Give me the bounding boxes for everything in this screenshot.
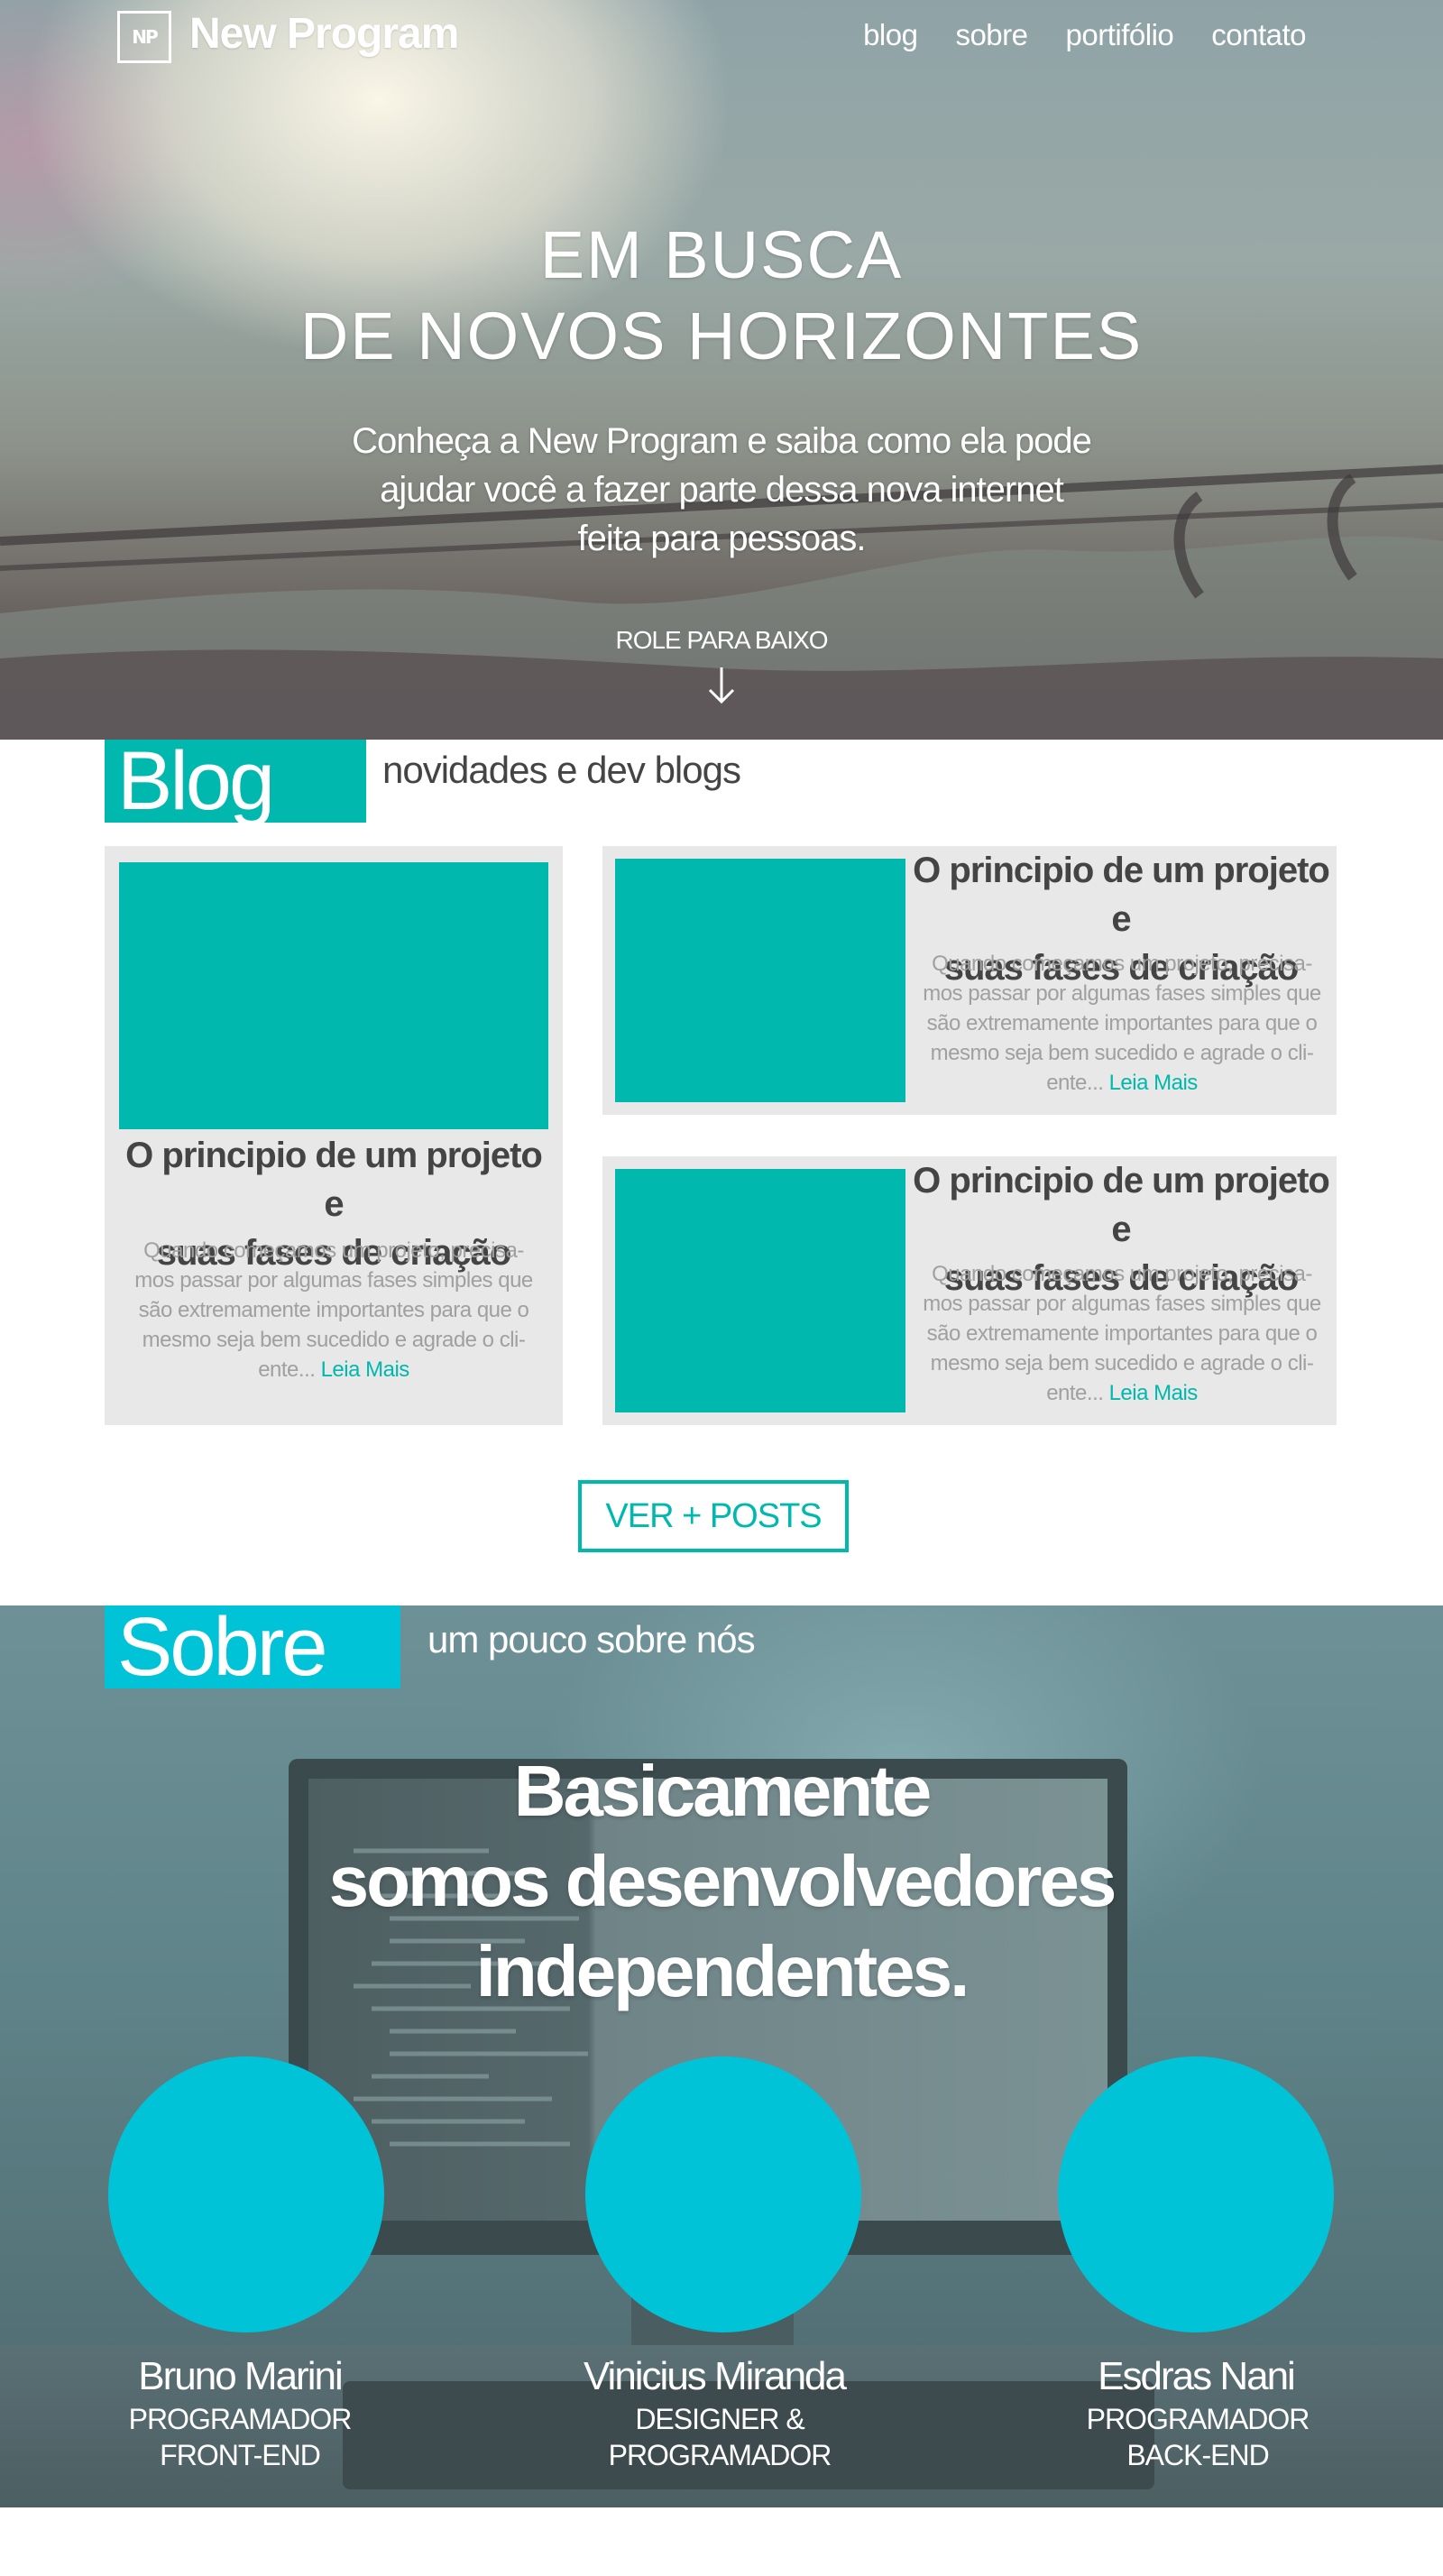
team-member-role-line: PROGRAMADOR bbox=[608, 2439, 832, 2471]
post-excerpt-line: mos passar por algumas fases simples que bbox=[923, 981, 1321, 1006]
blog-post-card[interactable]: O principio de um projeto e suas fases d… bbox=[105, 846, 563, 1425]
blog-post-card[interactable]: O principio de um projeto e suas fases d… bbox=[602, 1156, 1337, 1425]
read-more-link[interactable]: Leia Mais bbox=[1109, 1381, 1199, 1405]
nav-link-portifolio[interactable]: portifólio bbox=[1066, 18, 1174, 52]
post-excerpt-line: mesmo seja bem sucedido e agrade o cli- bbox=[930, 1351, 1314, 1375]
team-member-role-line: FRONT-END bbox=[160, 2439, 321, 2471]
team-member-role: PROGRAMADOR FRONT-END bbox=[51, 2401, 429, 2473]
logo-mark[interactable]: NP bbox=[117, 11, 171, 63]
scroll-down-label[interactable]: ROLE PARA BAIXO bbox=[0, 626, 1443, 655]
hero-title-line: EM BUSCA bbox=[539, 217, 904, 292]
post-excerpt: Quando começamos um projeto, precisa- mo… bbox=[913, 949, 1331, 1098]
post-excerpt-line: ente... bbox=[1046, 1071, 1104, 1095]
logo-text[interactable]: New Program bbox=[189, 9, 459, 59]
sobre-heading: Basicamente somos desenvolvedores indepe… bbox=[0, 1746, 1443, 2017]
sobre-heading-line: Basicamente bbox=[513, 1751, 933, 1831]
post-excerpt: Quando começamos um projeto, precisa- mo… bbox=[913, 1259, 1331, 1408]
hero-subtitle: Conheça a New Program e saiba como ela p… bbox=[325, 417, 1118, 563]
post-excerpt-line: são extremamente importantes para que o bbox=[926, 1321, 1318, 1346]
post-excerpt-line: mesmo seja bem sucedido e agrade o cli- bbox=[142, 1328, 526, 1352]
sobre-section-label: Sobre bbox=[105, 1605, 400, 1688]
post-excerpt-line: mesmo seja bem sucedido e agrade o cli- bbox=[930, 1041, 1314, 1065]
hero-subtitle-line: Conheça a New Program e saiba como ela p… bbox=[352, 421, 1092, 461]
sobre-heading-line: somos desenvolvedores bbox=[328, 1841, 1117, 1921]
read-more-link[interactable]: Leia Mais bbox=[321, 1357, 410, 1382]
hero-subtitle-line: ajudar você a fazer parte dessa nova int… bbox=[380, 470, 1064, 510]
blog-section-tagline: novidades e dev blogs bbox=[382, 749, 741, 791]
blog-post-card[interactable]: O principio de um projeto e suas fases d… bbox=[602, 846, 1337, 1115]
post-excerpt-line: Quando começamos um projeto, precisa- bbox=[143, 1238, 524, 1263]
read-more-link[interactable]: Leia Mais bbox=[1109, 1071, 1199, 1095]
post-excerpt-line: são extremamente importantes para que o bbox=[138, 1298, 529, 1322]
post-thumbnail[interactable] bbox=[615, 1169, 905, 1412]
post-title-line: O principio de um projeto e bbox=[913, 851, 1330, 939]
blog-section-label: Blog bbox=[105, 740, 366, 823]
nav-link-sobre[interactable]: sobre bbox=[955, 18, 1028, 52]
hero-subtitle-line: feita para pessoas. bbox=[577, 519, 867, 558]
team-member-avatar[interactable] bbox=[1058, 2056, 1334, 2332]
post-excerpt-line: mos passar por algumas fases simples que bbox=[923, 1292, 1321, 1316]
team-member-role: PROGRAMADOR BACK-END bbox=[1008, 2401, 1387, 2473]
team-member-name: Esdras Nani bbox=[1098, 2354, 1296, 2398]
team-member-name: Vinicius Miranda bbox=[583, 2354, 847, 2398]
team-member-role-line: BACK-END bbox=[1126, 2439, 1269, 2471]
post-title-line: O principio de um projeto e bbox=[125, 1136, 543, 1224]
post-thumbnail[interactable] bbox=[615, 859, 905, 1102]
team-member-name: Bruno Marini bbox=[138, 2354, 343, 2398]
sobre-section-tagline: um pouco sobre nós bbox=[427, 1618, 756, 1661]
hero-title: EM BUSCA DE NOVOS HORIZONTES bbox=[0, 215, 1443, 377]
post-excerpt-line: Quando começamos um projeto, precisa- bbox=[932, 1262, 1312, 1286]
nav-link-blog[interactable]: blog bbox=[863, 18, 918, 52]
post-excerpt-line: mos passar por algumas fases simples que bbox=[134, 1268, 533, 1293]
post-excerpt-line: são extremamente importantes para que o bbox=[926, 1011, 1318, 1035]
arrow-down-icon[interactable] bbox=[706, 666, 737, 705]
team-member-avatar[interactable] bbox=[108, 2056, 384, 2332]
team-member-role-line: DESIGNER & bbox=[635, 2403, 804, 2435]
team-member-role-line: PROGRAMADOR bbox=[128, 2403, 353, 2435]
team-member-role-line: PROGRAMADOR bbox=[1086, 2403, 1310, 2435]
post-thumbnail[interactable] bbox=[119, 862, 548, 1129]
team-member-avatar[interactable] bbox=[585, 2056, 861, 2332]
more-posts-button[interactable]: VER + POSTS bbox=[578, 1480, 849, 1552]
post-excerpt: Quando começamos um projeto, precisa- mo… bbox=[117, 1236, 550, 1385]
hero-section: NP New Program blog sobre portifólio con… bbox=[0, 0, 1443, 740]
nav-link-contato[interactable]: contato bbox=[1211, 18, 1306, 52]
post-title-line: O principio de um projeto e bbox=[913, 1161, 1330, 1249]
post-excerpt-line: ente... bbox=[1046, 1381, 1104, 1405]
sobre-heading-line: independentes. bbox=[475, 1931, 970, 2011]
main-menu: blog sobre portifólio contato bbox=[863, 18, 1306, 52]
post-excerpt-line: Quando começamos um projeto, precisa- bbox=[932, 952, 1312, 976]
team-member-role: DESIGNER & PROGRAMADOR bbox=[530, 2401, 909, 2473]
top-navigation: NP New Program blog sobre portifólio con… bbox=[0, 0, 1443, 72]
hero-title-line: DE NOVOS HORIZONTES bbox=[299, 299, 1144, 373]
post-excerpt-line: ente... bbox=[258, 1357, 316, 1382]
